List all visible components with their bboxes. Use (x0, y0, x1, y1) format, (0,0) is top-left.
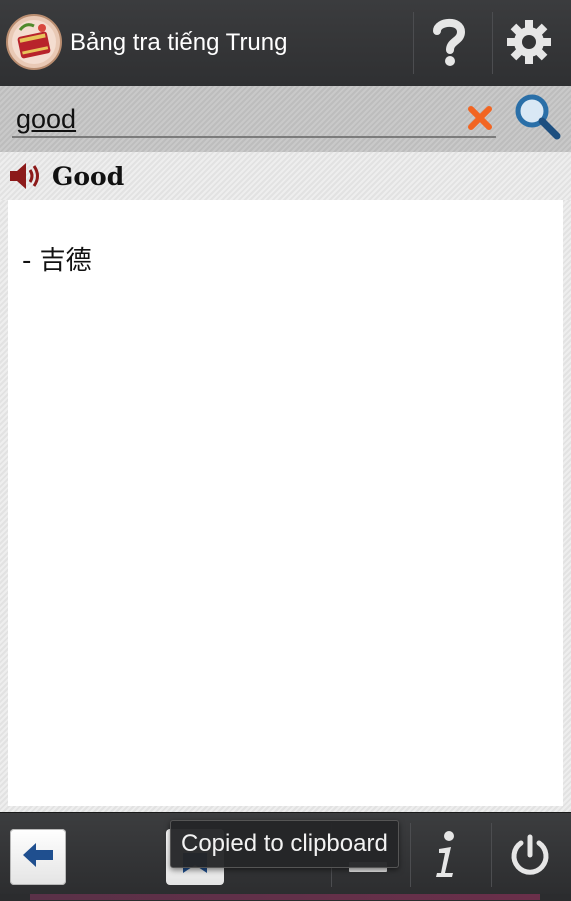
clipboard-toast: Copied to clipboard (170, 820, 399, 868)
definition-text: - 吉德 (22, 246, 92, 276)
magnifier-icon (512, 92, 562, 146)
search-field (12, 100, 496, 138)
action-bar: Bảng tra tiếng Trung (0, 0, 571, 87)
arrow-left-icon (21, 841, 55, 873)
info-button[interactable] (418, 825, 474, 889)
app-icon[interactable] (6, 14, 62, 70)
back-button[interactable] (10, 829, 66, 885)
speaker-icon (8, 163, 44, 196)
search-input[interactable] (16, 102, 456, 136)
divider (491, 823, 492, 887)
question-mark-icon (429, 17, 469, 71)
pronounce-button[interactable] (8, 160, 44, 192)
headword: Good (52, 162, 125, 191)
search-button[interactable] (510, 92, 564, 146)
help-button[interactable] (414, 10, 484, 78)
clear-search-button[interactable] (464, 104, 496, 136)
definition-area: - 吉德 (0, 200, 571, 812)
settings-button[interactable] (494, 10, 564, 78)
close-x-icon (467, 105, 493, 135)
power-icon (508, 833, 552, 881)
gear-icon (505, 18, 553, 70)
definition-panel: - 吉德 (8, 200, 563, 806)
headword-band: Good (0, 152, 571, 200)
app-title: Bảng tra tiếng Trung (70, 29, 288, 56)
bottom-strip (0, 894, 571, 900)
power-button[interactable] (500, 827, 560, 887)
info-icon (431, 829, 461, 885)
divider (492, 12, 493, 74)
divider (410, 823, 411, 887)
